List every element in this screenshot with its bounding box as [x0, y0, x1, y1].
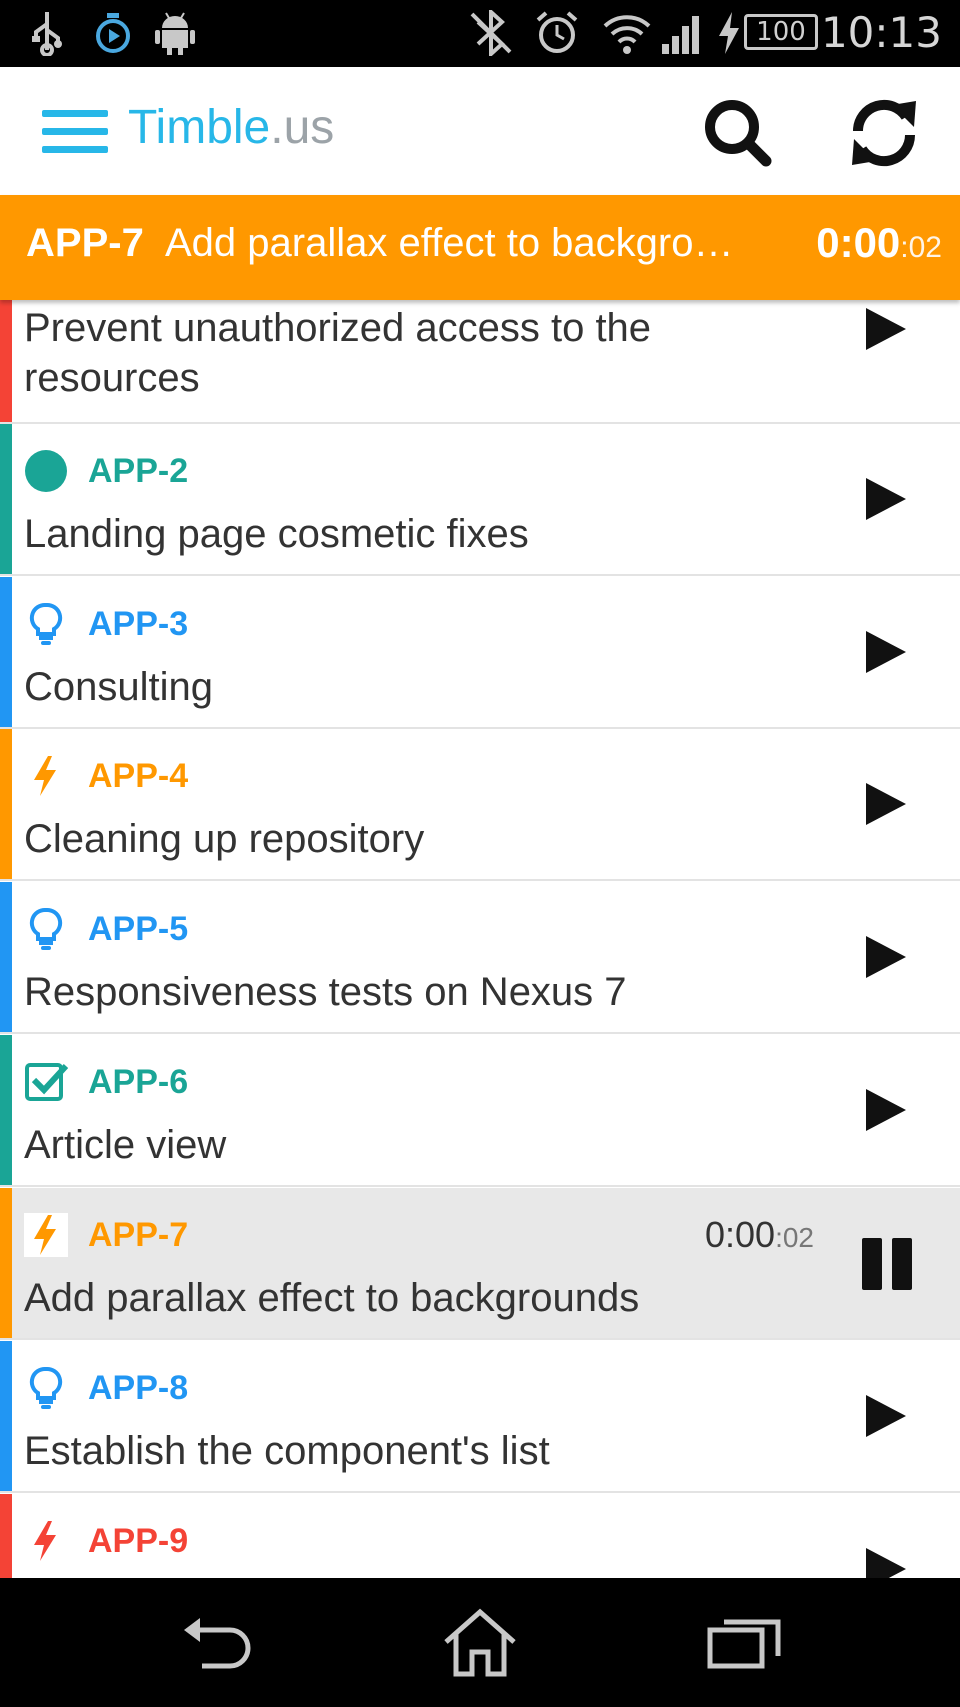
priority-bar	[0, 1188, 12, 1338]
pause-button[interactable]	[860, 1236, 916, 1292]
home-button[interactable]	[440, 1608, 520, 1678]
task-title-line2: resources	[24, 356, 200, 400]
menu-button[interactable]	[42, 110, 108, 154]
back-button[interactable]	[180, 1608, 260, 1678]
active-task-timer: 0:00:02	[816, 219, 942, 267]
system-nav-bar	[0, 1578, 960, 1707]
lightbulb-icon	[29, 1366, 63, 1409]
task-key: APP-9	[88, 1522, 189, 1560]
task-key: APP-6	[88, 1063, 189, 1101]
app-logo: Timble.us	[128, 100, 334, 155]
task-title: Article view	[24, 1123, 227, 1167]
task-row[interactable]: APP-2 Landing page cosmetic fixes	[0, 424, 960, 576]
task-title: Add parallax effect to backgrounds	[24, 1276, 640, 1320]
circle-icon	[25, 450, 67, 492]
play-button[interactable]	[860, 1544, 910, 1578]
stopwatch-icon	[96, 13, 130, 53]
task-key: APP-8	[88, 1369, 189, 1407]
task-row[interactable]: APP-9	[0, 1494, 960, 1578]
task-key: APP-2	[88, 452, 189, 490]
task-row[interactable]: APP-6 Article view	[0, 1035, 960, 1187]
play-button[interactable]	[860, 932, 910, 982]
task-title: Landing page cosmetic fixes	[24, 512, 529, 556]
task-title: Consulting	[24, 665, 214, 709]
priority-bar	[0, 300, 12, 422]
priority-bar	[0, 577, 12, 727]
task-timer-main: 0:00	[704, 1214, 776, 1255]
priority-bar	[0, 1494, 12, 1578]
active-task-banner[interactable]: APP-7 Add parallax effect to backgro… 0:…	[0, 195, 960, 300]
battery-icon: 100	[744, 14, 818, 50]
timer-seconds: :02	[900, 231, 942, 264]
refresh-button[interactable]	[846, 95, 922, 171]
task-row[interactable]: Prevent unauthorized access to the resou…	[0, 300, 960, 424]
battery-level: 100	[756, 17, 806, 47]
lightbulb-icon	[29, 907, 63, 950]
task-key: APP-5	[88, 910, 189, 948]
task-title: Responsiveness tests on Nexus 7	[24, 970, 627, 1014]
task-title: Cleaning up repository	[24, 817, 425, 861]
priority-bar	[0, 1341, 12, 1491]
task-row[interactable]: APP-3 Consulting	[0, 577, 960, 729]
task-list: Prevent unauthorized access to the resou…	[0, 300, 960, 1578]
brand-main: Timble	[128, 101, 271, 154]
priority-bar	[0, 882, 12, 1032]
play-button[interactable]	[860, 1085, 910, 1135]
status-bar: 100 10:13	[0, 0, 960, 67]
usb-icon	[32, 12, 62, 56]
play-button[interactable]	[860, 474, 910, 524]
active-task-key: APP-7	[26, 221, 144, 265]
play-button[interactable]	[860, 1391, 910, 1441]
task-key: APP-4	[88, 757, 189, 795]
play-button[interactable]	[860, 779, 910, 829]
play-button[interactable]	[860, 304, 910, 354]
timer-main: 0:00	[816, 219, 901, 266]
task-row[interactable]: APP-4 Cleaning up repository	[0, 729, 960, 881]
clock: 10:13	[820, 8, 942, 57]
priority-bar	[0, 1035, 12, 1185]
lightning-icon	[24, 1213, 68, 1257]
priority-bar	[0, 729, 12, 879]
priority-bar	[0, 424, 12, 574]
lightbulb-icon	[29, 602, 63, 645]
task-timer: 0:00:02	[705, 1214, 814, 1256]
alarm-icon	[536, 11, 578, 53]
active-task-title: Add parallax effect to backgro…	[165, 221, 734, 265]
charging-icon	[719, 12, 739, 54]
bluetooth-off-icon	[470, 10, 512, 56]
task-timer-seconds: :02	[775, 1222, 814, 1253]
recent-apps-button[interactable]	[706, 1608, 786, 1678]
brand-ext: .us	[270, 101, 335, 154]
play-button[interactable]	[860, 627, 910, 677]
task-row[interactable]: APP-8 Establish the component's list	[0, 1341, 960, 1493]
task-key: APP-3	[88, 605, 189, 643]
task-key: APP-7	[88, 1216, 189, 1254]
lightning-icon	[34, 1521, 56, 1561]
lightning-icon	[34, 756, 56, 796]
checkbox-icon	[25, 1063, 68, 1101]
signal-icon	[662, 16, 699, 54]
wifi-icon	[603, 15, 651, 54]
android-icon	[155, 12, 195, 55]
task-row[interactable]: APP-5 Responsiveness tests on Nexus 7	[0, 882, 960, 1034]
search-button[interactable]	[700, 95, 776, 171]
app-bar: Timble.us	[0, 67, 960, 195]
task-title: Establish the component's list	[24, 1429, 550, 1473]
task-row-active[interactable]: APP-7 0:00:02 Add parallax effect to bac…	[0, 1188, 960, 1340]
task-title: Prevent unauthorized access to the	[24, 306, 652, 350]
